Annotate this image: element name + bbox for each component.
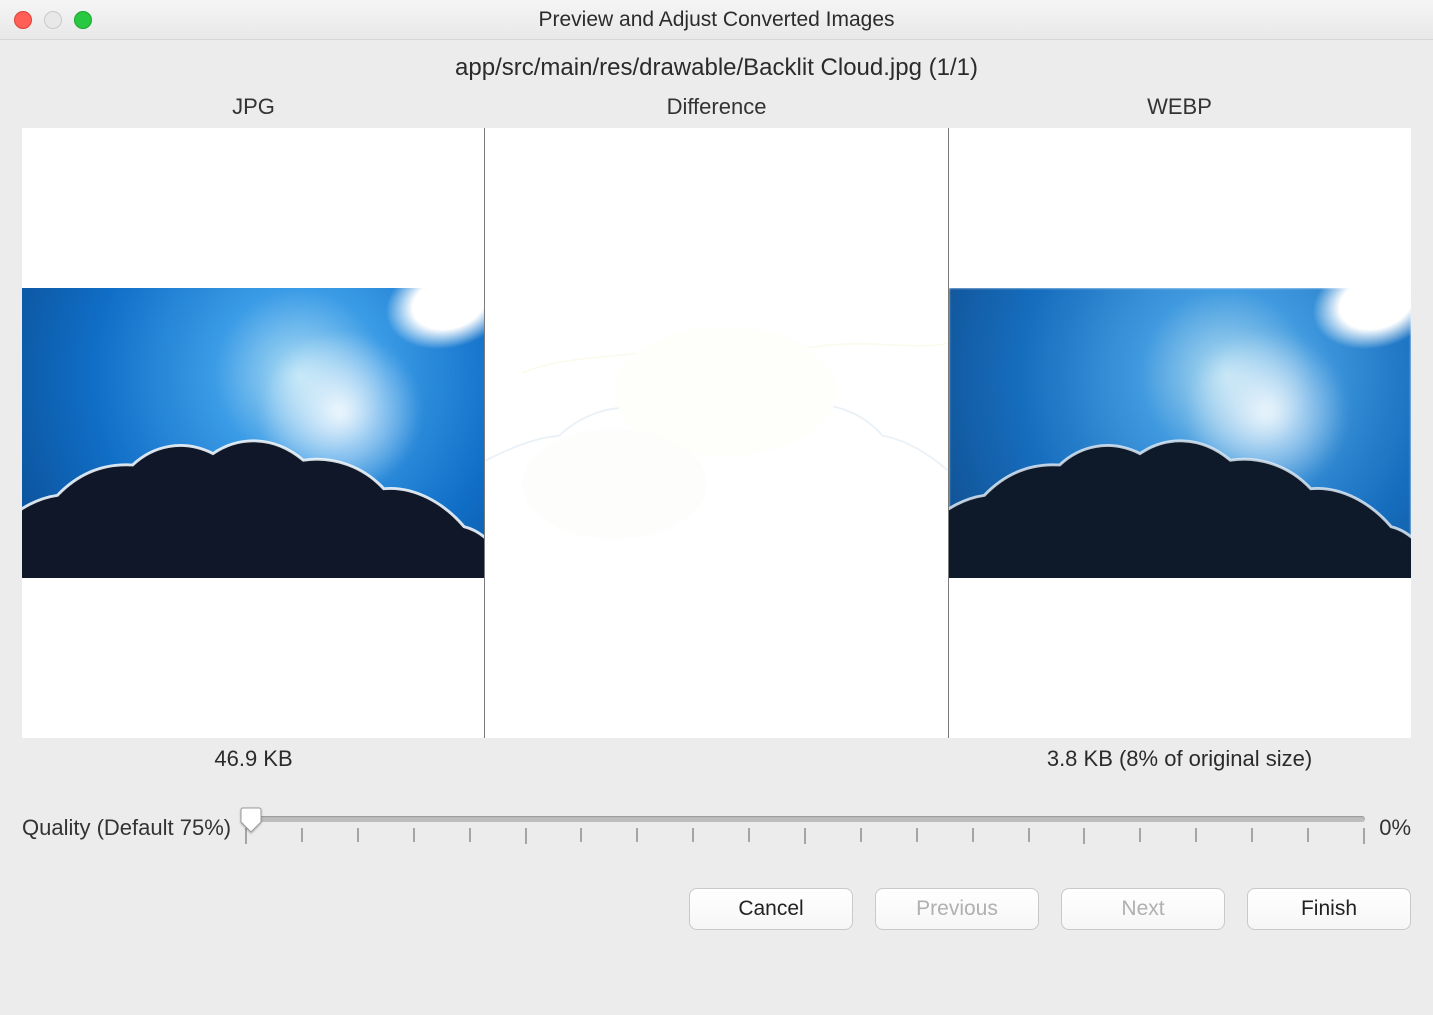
size-webp: 3.8 KB (8% of original size) (948, 746, 1411, 772)
preview-jpg (22, 128, 484, 738)
titlebar: Preview and Adjust Converted Images (0, 0, 1433, 40)
quality-label: Quality (Default 75%) (22, 815, 231, 841)
col-label-webp: WEBP (948, 94, 1411, 120)
maximize-icon[interactable] (74, 11, 92, 29)
size-jpg: 46.9 KB (22, 746, 485, 772)
previews (22, 128, 1411, 738)
quality-value: 0% (1379, 815, 1411, 841)
image-jpg (22, 288, 484, 578)
finish-button[interactable]: Finish (1247, 888, 1411, 930)
sizes: 46.9 KB 3.8 KB (8% of original size) (22, 746, 1411, 772)
quality-slider[interactable] (245, 808, 1365, 848)
col-label-difference: Difference (485, 94, 948, 120)
window-controls (0, 11, 92, 29)
slider-ticks (245, 828, 1365, 844)
preview-webp (949, 128, 1411, 738)
previous-button[interactable]: Previous (875, 888, 1039, 930)
cancel-button[interactable]: Cancel (689, 888, 853, 930)
col-label-jpg: JPG (22, 94, 485, 120)
window-title: Preview and Adjust Converted Images (0, 8, 1433, 32)
buttons: Cancel Previous Next Finish (22, 888, 1411, 930)
image-difference (485, 288, 947, 578)
file-path: app/src/main/res/drawable/Backlit Cloud.… (22, 54, 1411, 82)
size-difference (485, 746, 948, 772)
image-webp (949, 288, 1411, 578)
slider-thumb[interactable] (239, 806, 263, 834)
close-icon[interactable] (14, 11, 32, 29)
content: app/src/main/res/drawable/Backlit Cloud.… (0, 54, 1433, 952)
columns-header: JPG Difference WEBP (22, 94, 1411, 120)
next-button[interactable]: Next (1061, 888, 1225, 930)
preview-difference (484, 128, 948, 738)
quality-row: Quality (Default 75%) 0% (22, 808, 1411, 848)
minimize-icon[interactable] (44, 11, 62, 29)
